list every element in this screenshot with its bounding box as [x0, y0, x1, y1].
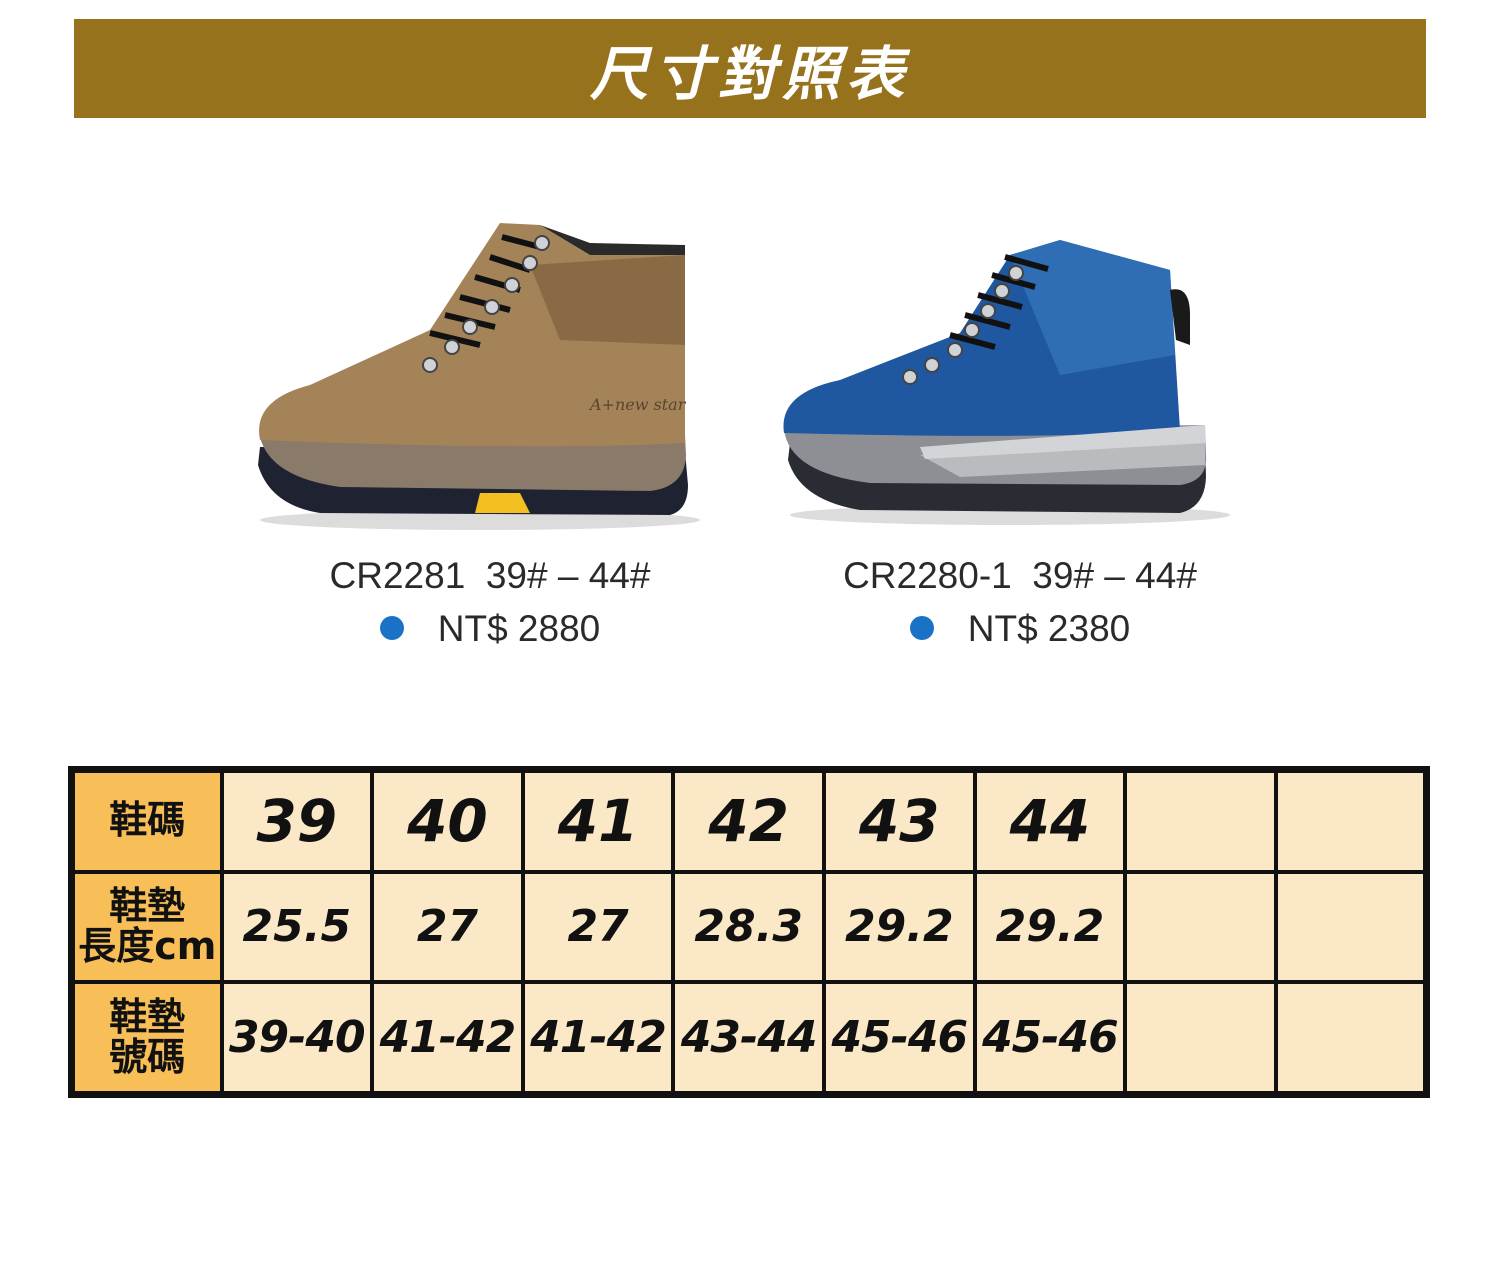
- product-card-cr2281: A+new star CR2281 39# – 44# NT$ 2880: [230, 215, 750, 655]
- table-cell: 29.2: [972, 869, 1128, 985]
- product-price-line: NT$ 2380: [760, 608, 1280, 650]
- row-header-line: 長度cm: [78, 923, 217, 968]
- bullet-dot-icon: [909, 616, 934, 641]
- product-model-line: CR2280-1 39# – 44#: [760, 555, 1280, 597]
- table-cell: 42: [671, 767, 826, 874]
- table-cell: 45-46: [972, 980, 1128, 1097]
- product-price: NT$ 2880: [437, 608, 601, 649]
- table-row-insole-length: 鞋墊 長度cm 25.5 27 27 28.3 29.2 29.2: [69, 869, 1429, 985]
- product-card-cr2280-1: CR2280-1 39# – 44# NT$ 2380: [760, 215, 1280, 655]
- title-banner: 尺寸對照表: [74, 19, 1426, 118]
- row-header-insole-length: 鞋墊 長度cm: [69, 869, 224, 985]
- row-header-shoe-size: 鞋碼: [69, 767, 224, 874]
- table-cell: 28.3: [671, 869, 826, 985]
- table-cell: 45-46: [822, 980, 977, 1097]
- table-cell: [1273, 767, 1429, 874]
- table-cell: [1273, 980, 1429, 1097]
- table-cell: [1123, 767, 1278, 874]
- product-model-line: CR2281 39# – 44#: [230, 555, 750, 597]
- table-cell: [1123, 869, 1278, 985]
- product-model: CR2281: [329, 555, 466, 596]
- product-model: CR2280-1: [843, 555, 1012, 596]
- brand-logo-text: A+new star: [588, 395, 687, 414]
- bullet-dot-icon: [379, 616, 404, 641]
- table-row-shoe-size: 鞋碼 39 40 41 42 43 44: [69, 767, 1429, 874]
- row-header-line: 鞋墊: [109, 883, 186, 928]
- table-row-insole-size: 鞋墊 號碼 39-40 41-42 41-42 43-44 45-46 45-4…: [69, 980, 1429, 1097]
- brown-hiking-boot-image: A+new star: [230, 215, 750, 535]
- table-cell: [1123, 980, 1278, 1097]
- product-size-range: 39# – 44#: [485, 555, 651, 596]
- table-cell: 43: [822, 767, 977, 874]
- table-cell: 41: [520, 767, 676, 874]
- table-cell: 43-44: [671, 980, 826, 1097]
- table-cell: 27: [370, 869, 525, 985]
- product-price: NT$ 2380: [967, 608, 1131, 649]
- row-header-insole-size: 鞋墊 號碼: [69, 980, 224, 1097]
- table-cell: 39: [219, 767, 375, 874]
- table-cell: 41-42: [520, 980, 676, 1097]
- table-cell: 25.5: [219, 869, 375, 985]
- blue-hiking-boot-image: [760, 215, 1280, 535]
- row-header-line: 號碼: [109, 1034, 186, 1079]
- product-price-line: NT$ 2880: [230, 608, 750, 650]
- table-cell: 40: [370, 767, 525, 874]
- table-cell: 41-42: [370, 980, 525, 1097]
- table-cell: 39-40: [219, 980, 375, 1097]
- table-cell: [1273, 869, 1429, 985]
- row-header-line: 鞋墊: [109, 994, 186, 1039]
- size-chart-table: 鞋碼 39 40 41 42 43 44 鞋墊 長度cm 25.5 27 27 …: [68, 766, 1430, 1098]
- table-cell: 44: [972, 767, 1128, 874]
- table-cell: 29.2: [822, 869, 977, 985]
- product-size-range: 39# – 44#: [1032, 555, 1197, 596]
- table-cell: 27: [520, 869, 676, 985]
- page-title: 尺寸對照表: [589, 39, 910, 108]
